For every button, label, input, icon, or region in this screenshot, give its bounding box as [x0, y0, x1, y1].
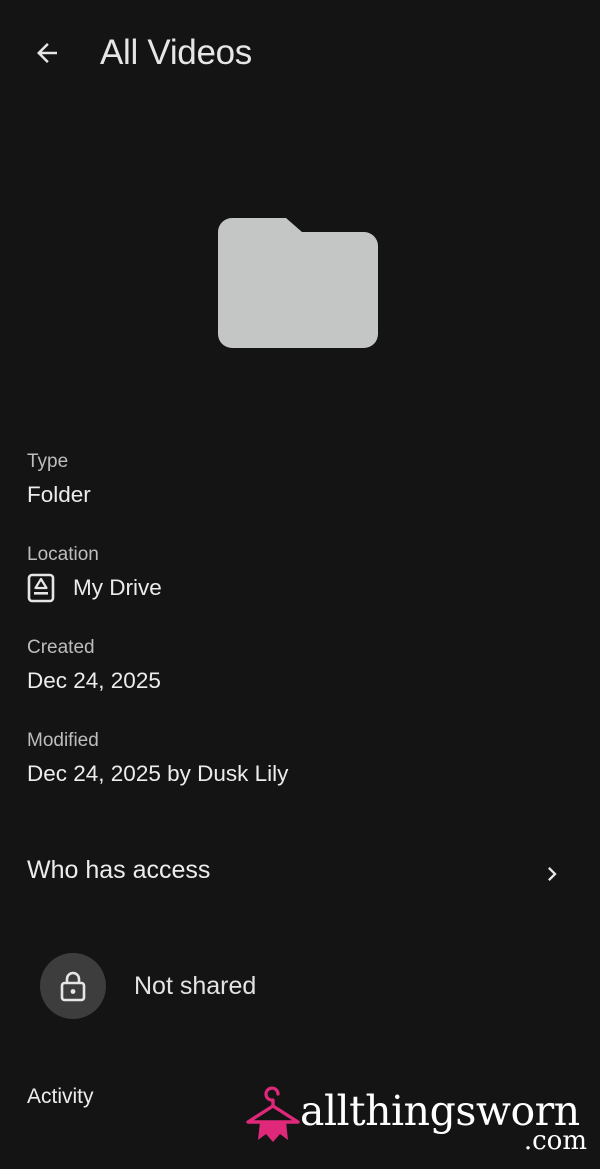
- detail-created: Created Dec 24, 2025: [27, 636, 161, 696]
- location-value: My Drive: [73, 575, 162, 600]
- activity-heading: Activity: [27, 1085, 94, 1108]
- watermark-logo: allthingsworn .com: [244, 1086, 594, 1158]
- modified-value: Dec 24, 2025 by Dusk Lily: [27, 761, 289, 786]
- page-title: All Videos: [100, 33, 253, 72]
- sharing-status: Not shared: [40, 953, 256, 1019]
- hanger-icon: [246, 1086, 300, 1142]
- type-label: Type: [27, 451, 69, 472]
- folder-preview: [0, 210, 600, 360]
- detail-location: Location My Drive: [27, 543, 162, 603]
- sharing-status-text: Not shared: [134, 971, 257, 1000]
- app-bar: All Videos: [0, 0, 600, 106]
- arrow-back-icon: [37, 43, 57, 63]
- location-row[interactable]: My Drive: [27, 573, 162, 603]
- created-label: Created: [27, 637, 95, 658]
- who-has-access-row[interactable]: Who has access: [0, 846, 600, 902]
- location-label: Location: [27, 544, 99, 565]
- watermark-tld: .com: [523, 1126, 587, 1156]
- detail-modified: Modified Dec 24, 2025 by Dusk Lily: [27, 729, 288, 789]
- type-value: Folder: [27, 482, 91, 507]
- detail-type: Type Folder: [27, 450, 91, 510]
- folder-icon: [218, 218, 378, 348]
- back-button[interactable]: [26, 32, 68, 74]
- chevron-right-icon: [548, 867, 557, 881]
- modified-label: Modified: [27, 730, 99, 751]
- drive-icon: [27, 573, 55, 603]
- created-value: Dec 24, 2025: [27, 668, 161, 693]
- lock-icon: [60, 971, 86, 1002]
- lock-avatar: [40, 953, 106, 1019]
- who-has-access-title: Who has access: [27, 856, 211, 884]
